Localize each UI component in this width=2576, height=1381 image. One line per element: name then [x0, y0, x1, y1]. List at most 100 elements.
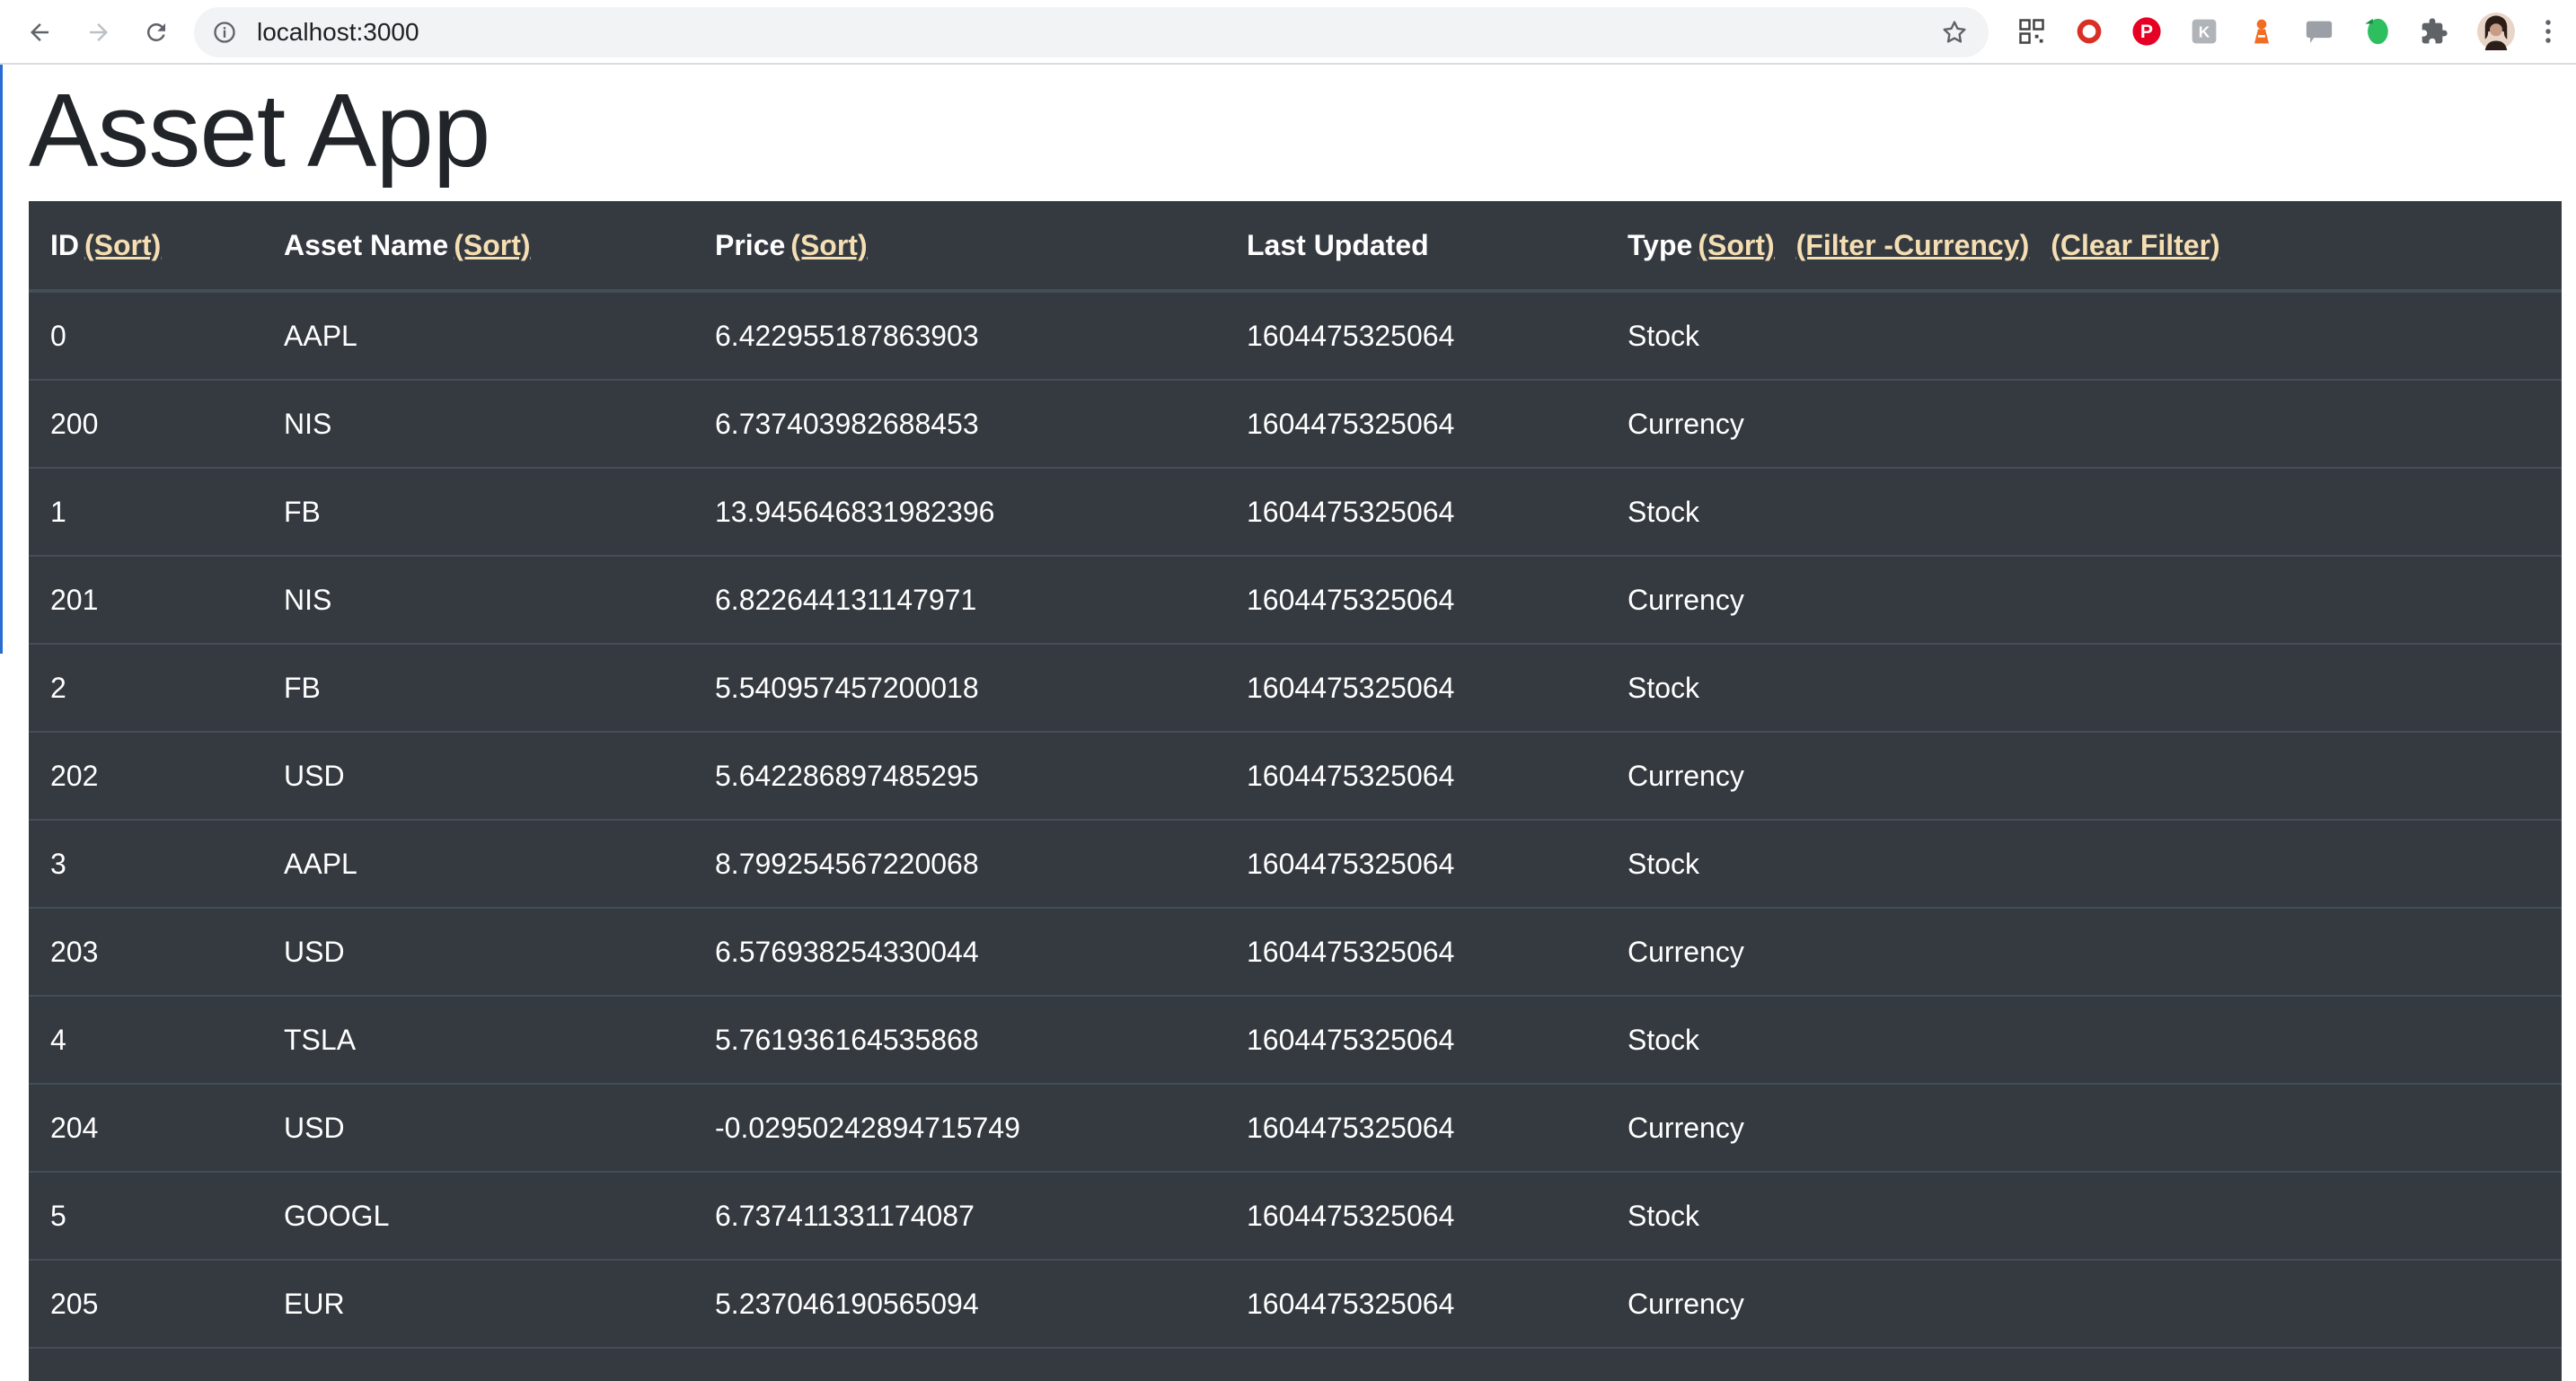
header-type: Type (Sort) (Filter -Currency) (Clear Filte…: [1606, 201, 2562, 293]
cell-id: 201: [29, 555, 262, 644]
cell-id: 4: [29, 995, 262, 1084]
header-last-updated: Last Updated: [1225, 201, 1606, 293]
cell-price: 5.540957457200018: [693, 643, 1225, 732]
cell-id: 203: [29, 907, 262, 996]
cell-asset-name: FB: [262, 643, 693, 732]
cell-type: Stock: [1606, 819, 2562, 908]
cell-price: 6.737411331174087: [693, 1171, 1225, 1260]
evernote-icon[interactable]: [2360, 15, 2393, 48]
cell-last-updated: 1604475325064: [1225, 1083, 1606, 1172]
cell-type: Currency: [1606, 555, 2562, 644]
cell-id: 205: [29, 1259, 262, 1348]
cell-type: Stock: [1606, 643, 2562, 732]
cell-last-updated: 1604475325064: [1225, 379, 1606, 468]
red-circle-extension-icon[interactable]: [2073, 15, 2105, 48]
cell-price: 6.737403982688453: [693, 379, 1225, 468]
cell-last-updated: 1604475325064: [1225, 1171, 1606, 1260]
cell-id: 3: [29, 819, 262, 908]
cell-asset-name: [262, 1347, 693, 1381]
cell-price: 13.945646831982396: [693, 467, 1225, 556]
cell-last-updated: 1604475325064: [1225, 467, 1606, 556]
header-price-label: Price: [715, 228, 786, 261]
cell-last-updated: 1604475325064: [1225, 907, 1606, 996]
assets-table: ID (Sort) Asset Name (Sort) Price (Sort) La…: [29, 201, 2562, 1381]
table-row: 203 USD 6.576938254330044 1604475325064 …: [29, 907, 2562, 996]
arrow-right-icon: [90, 23, 108, 41]
cell-type: Stock: [1606, 467, 2562, 556]
puzzle-extensions-icon[interactable]: [2418, 15, 2450, 48]
header-last-updated-label: Last Updated: [1247, 228, 1429, 261]
header-asset-name: Asset Name (Sort): [262, 201, 693, 293]
cell-id: 202: [29, 731, 262, 820]
reload-button[interactable]: [137, 13, 176, 52]
cell-price: 8.799254567220068: [693, 819, 1225, 908]
cell-price: 6.822644131147971: [693, 555, 1225, 644]
url-text[interactable]: localhost:3000: [257, 20, 419, 45]
bookmark-star-icon[interactable]: [1940, 18, 1969, 47]
table-row: 202 USD 5.642286897485295 1604475325064 …: [29, 731, 2562, 820]
back-button[interactable]: [20, 13, 59, 52]
cell-last-updated: 1604475325064: [1225, 290, 1606, 380]
svg-text:K: K: [2199, 23, 2210, 41]
cell-price: 5.761936164535868: [693, 995, 1225, 1084]
cell-last-updated: [1225, 1347, 1606, 1381]
cell-type: Stock: [1606, 1171, 2562, 1260]
cell-price: [693, 1347, 1225, 1381]
cell-asset-name: USD: [262, 1083, 693, 1172]
filter-currency-link[interactable]: (Filter -Currency): [1796, 229, 2030, 261]
clear-filter-link[interactable]: (Clear Filter): [2051, 229, 2219, 261]
cell-type: Stock: [1606, 995, 2562, 1084]
sort-by-price-link[interactable]: (Sort): [790, 229, 867, 261]
page-title: Asset App: [29, 72, 490, 189]
table-row: 0 AAPL 6.422955187863903 1604475325064 S…: [29, 290, 2562, 380]
cell-type: Currency: [1606, 379, 2562, 468]
cell-last-updated: 1604475325064: [1225, 995, 1606, 1084]
cell-asset-name: NIS: [262, 379, 693, 468]
header-id-label: ID: [50, 228, 79, 261]
cell-asset-name: AAPL: [262, 290, 693, 380]
cell-asset-name: FB: [262, 467, 693, 556]
pinterest-icon[interactable]: P: [2130, 15, 2163, 48]
reload-icon: [146, 22, 165, 41]
cell-type: Currency: [1606, 731, 2562, 820]
header-asset-name-label: Asset Name: [284, 228, 449, 261]
header-price: Price (Sort): [693, 201, 1225, 293]
cell-id: 200: [29, 379, 262, 468]
table-row: 1 FB 13.945646831982396 1604475325064 St…: [29, 467, 2562, 556]
cell-id: 204: [29, 1083, 262, 1172]
cell-id: 0: [29, 290, 262, 380]
forward-button[interactable]: [79, 13, 119, 52]
sort-by-name-link[interactable]: (Sort): [454, 229, 530, 261]
cell-price: -0.02950242894715749: [693, 1083, 1225, 1172]
table-row: 2 FB 5.540957457200018 1604475325064 Sto…: [29, 643, 2562, 732]
cell-type: Currency: [1606, 1259, 2562, 1348]
cell-type: Currency: [1606, 907, 2562, 996]
table-row: 201 NIS 6.822644131147971 1604475325064 …: [29, 555, 2562, 644]
cell-last-updated: 1604475325064: [1225, 643, 1606, 732]
grey-k-extension-icon[interactable]: K: [2188, 15, 2220, 48]
left-edge-accent: [0, 65, 3, 654]
arrow-left-icon: [31, 23, 49, 41]
table-row: 204 USD -0.02950242894715749 16044753250…: [29, 1083, 2562, 1172]
qr-code-extension-icon[interactable]: [2016, 15, 2048, 48]
cell-price: 6.422955187863903: [693, 290, 1225, 380]
info-icon[interactable]: [212, 20, 237, 45]
sort-by-id-link[interactable]: (Sort): [84, 229, 161, 261]
header-type-label: Type: [1628, 228, 1693, 261]
cell-asset-name: USD: [262, 907, 693, 996]
chat-extension-icon[interactable]: [2303, 15, 2335, 48]
browser-menu-icon[interactable]: [2535, 15, 2562, 48]
orange-figure-extension-icon[interactable]: [2245, 15, 2278, 48]
profile-avatar-icon[interactable]: [2475, 11, 2517, 52]
cell-last-updated: 1604475325064: [1225, 819, 1606, 908]
cell-asset-name: USD: [262, 731, 693, 820]
address-bar[interactable]: localhost:3000: [194, 7, 1989, 57]
table-row: 4 TSLA 5.761936164535868 1604475325064 S…: [29, 995, 2562, 1084]
cell-type: [1606, 1347, 2562, 1381]
cell-asset-name: GOOGL: [262, 1171, 693, 1260]
cell-last-updated: 1604475325064: [1225, 731, 1606, 820]
cell-id: 2: [29, 643, 262, 732]
assets-table-container: ID (Sort) Asset Name (Sort) Price (Sort) La…: [29, 201, 2562, 1381]
sort-by-type-link[interactable]: (Sort): [1698, 229, 1774, 261]
table-header-row: ID (Sort) Asset Name (Sort) Price (Sort) La…: [29, 201, 2562, 293]
